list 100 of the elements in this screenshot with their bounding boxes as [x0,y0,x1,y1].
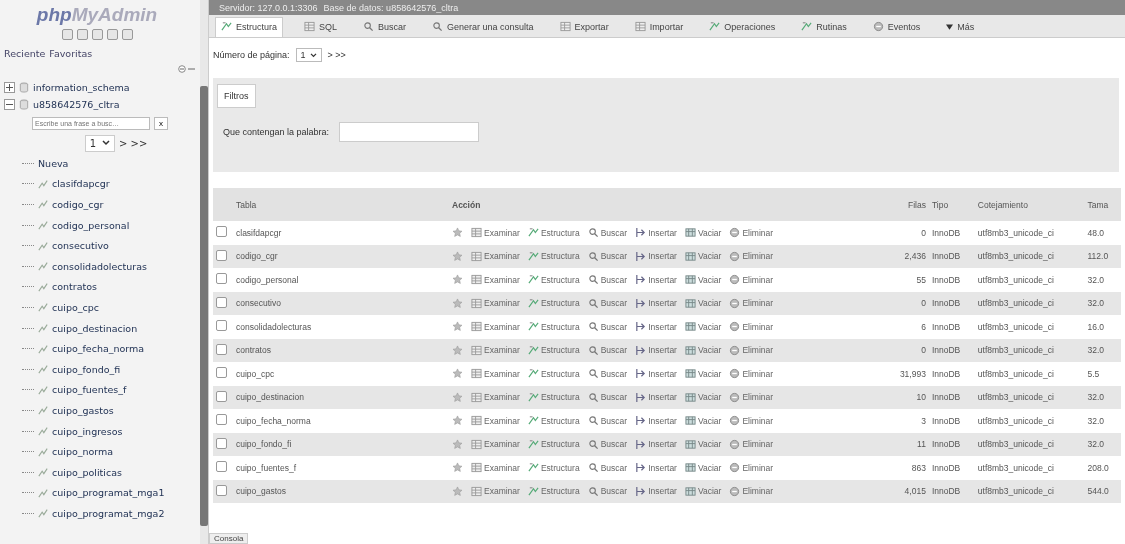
table-link[interactable]: cuipo_cpc [52,301,99,313]
star-icon[interactable] [452,227,463,239]
action-link[interactable]: Examinar [471,274,520,286]
action-link[interactable]: Buscar [587,462,628,474]
table-link[interactable]: codigo_cgr [52,199,104,210]
checkbox[interactable] [216,461,227,473]
action-link[interactable]: Buscar [587,227,628,239]
action-link[interactable]: Insertar [635,344,677,356]
sidebar-tab[interactable]: Favoritas [49,48,93,59]
action-link[interactable]: Eliminar [729,250,774,262]
checkbox[interactable] [216,390,227,402]
checkbox[interactable] [216,320,227,332]
filter-field[interactable] [339,122,480,142]
tab[interactable]: Exportar [554,18,614,37]
action-link[interactable]: Eliminar [729,485,774,497]
checkbox[interactable] [216,414,227,426]
star-icon[interactable] [452,297,463,309]
action-link[interactable]: Vaciar [684,368,722,380]
action-link[interactable]: Insertar [635,274,677,286]
action-link[interactable]: Vaciar [684,462,722,474]
star-icon[interactable] [452,391,463,403]
checkbox[interactable] [216,296,227,308]
action-link[interactable]: Vaciar [684,227,722,239]
action-link[interactable]: Eliminar [729,438,774,450]
action-link[interactable]: Estructura [527,485,580,497]
action-link[interactable]: Estructura [527,368,580,380]
table-name[interactable]: cuipo_gastos [233,479,449,503]
action-link[interactable]: Estructura [527,415,580,427]
star-icon[interactable] [452,462,463,474]
table-name[interactable]: clasifdapcgr [233,221,449,245]
star-icon[interactable] [452,274,463,286]
action-link[interactable]: Insertar [635,485,677,497]
scrollbar-thumb[interactable] [200,86,208,526]
action-link[interactable]: Examinar [471,438,520,450]
next-page-link[interactable]: > >> [119,137,148,149]
action-link[interactable]: Examinar [471,344,520,356]
action-link[interactable]: Estructura [527,391,580,403]
action-link[interactable]: Estructura [527,462,580,474]
tab[interactable]: Buscar [358,18,412,37]
table-link[interactable]: clasifdapcgr [52,178,110,190]
column-header[interactable]: Cotejamiento [974,188,1085,221]
action-link[interactable]: Eliminar [729,344,774,356]
action-link[interactable]: Examinar [471,391,520,403]
tab[interactable]: Generar una consulta [427,18,539,37]
action-link[interactable]: Eliminar [729,297,774,309]
checkbox[interactable] [216,367,227,379]
table-link[interactable]: cuipo_politicas [52,466,122,478]
action-link[interactable]: Estructura [527,227,580,239]
table-link[interactable]: cuipo_programat_mga2 [52,507,165,519]
table-link[interactable]: cuipo_programat_mga1 [52,487,165,499]
action-link[interactable]: Vaciar [684,391,722,403]
next-page-link[interactable]: > >> [327,50,346,60]
checkbox[interactable] [216,343,227,355]
action-link[interactable]: Buscar [587,274,628,286]
action-link[interactable]: Vaciar [684,297,722,309]
expand-toggle[interactable] [4,82,15,93]
table-link[interactable]: cuipo_gastos [52,404,114,416]
action-link[interactable]: Buscar [587,438,628,450]
sidebar-tab[interactable]: Reciente [4,48,46,59]
action-link[interactable]: Buscar [587,485,628,497]
action-link[interactable]: Insertar [635,368,677,380]
action-link[interactable]: Insertar [635,321,677,333]
action-link[interactable]: Insertar [635,415,677,427]
action-link[interactable]: Insertar [635,391,677,403]
action-link[interactable]: Insertar [635,297,677,309]
action-link[interactable]: Vaciar [684,250,722,262]
table-link[interactable]: cuipo_norma [52,446,114,458]
star-icon[interactable] [452,438,463,450]
action-link[interactable]: Eliminar [729,462,774,474]
action-link[interactable]: Eliminar [729,227,774,239]
action-link[interactable]: Examinar [471,227,520,239]
action-link[interactable]: Insertar [635,438,677,450]
new-table-link[interactable]: Nueva [38,157,69,169]
tab[interactable]: Más [941,19,980,37]
action-link[interactable]: Buscar [587,250,628,262]
table-name[interactable]: cuipo_fondo_fi [233,432,449,456]
checkbox[interactable] [216,484,227,496]
checkbox[interactable] [216,249,227,261]
action-link[interactable]: Examinar [471,462,520,474]
action-link[interactable]: Estructura [527,297,580,309]
table-name[interactable]: cuipo_destinacion [233,385,449,409]
action-link[interactable]: Examinar [471,485,520,497]
star-icon[interactable] [452,250,463,262]
collapse-toggle[interactable] [4,99,15,110]
action-link[interactable]: Buscar [587,415,628,427]
table-link[interactable]: cuipo_fuentes_f [52,384,127,396]
column-header[interactable]: Tama [1084,188,1121,221]
action-link[interactable]: Vaciar [684,438,722,450]
table-name[interactable]: cuipo_cpc [233,362,449,386]
tab[interactable]: Estructura [215,17,283,37]
table-link[interactable]: cuipo_fecha_norma [52,343,145,355]
table-link[interactable]: consolidadolecturas [52,260,147,272]
table-link[interactable]: consecutivo [52,240,109,252]
action-link[interactable]: Estructura [527,344,580,356]
action-link[interactable]: Eliminar [729,415,774,427]
tab[interactable]: Rutinas [796,18,852,37]
action-link[interactable]: Buscar [587,321,628,333]
action-link[interactable]: Estructura [527,321,580,333]
action-link[interactable]: Vaciar [684,415,722,427]
action-link[interactable]: Eliminar [729,391,774,403]
